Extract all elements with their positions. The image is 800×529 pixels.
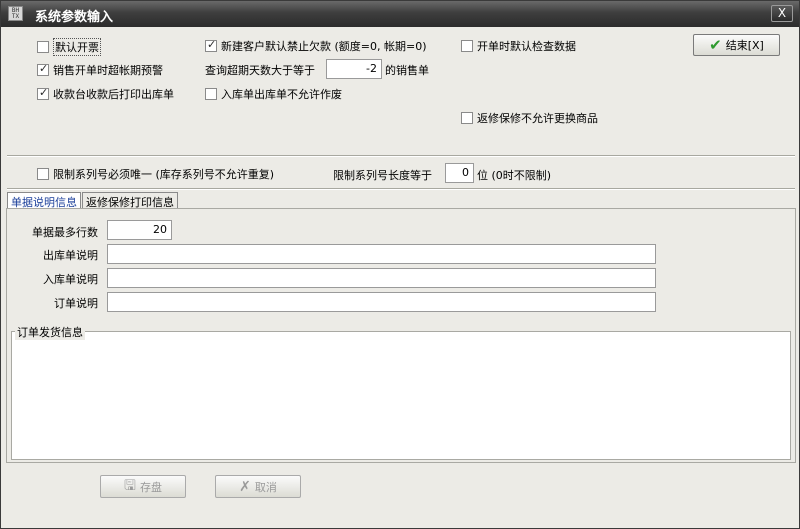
checkbox-box[interactable] [461,40,473,52]
query-overdue-days-input[interactable]: -2 [326,59,382,79]
divider [7,155,795,157]
query-overdue-suffix: 的销售单 [385,64,429,77]
cancel-x-icon: ✗ [239,478,251,495]
finish-button-label: 结束[X] [725,39,764,52]
inbound-note-input[interactable] [107,268,656,288]
tab-doc-info[interactable]: 单据说明信息 [7,192,81,209]
shipping-info-title: 订单发货信息 [15,324,85,340]
outbound-note-input[interactable] [107,244,656,264]
finish-button[interactable]: ✔ 结束[X] [693,34,780,56]
close-button[interactable]: X [771,5,793,22]
checkbox-box[interactable] [37,62,49,76]
checkbox-box[interactable] [205,38,217,52]
outbound-note-label: 出库单说明 [43,249,98,262]
sales-overdue-warning-checkbox[interactable]: 销售开单时超帐期预警 [37,62,163,78]
divider [7,188,795,190]
new-customer-ban-credit-label: 新建客户默认禁止欠款 (额度=0, 帐期=0) [221,40,427,53]
serial-unique-label: 限制系列号必须唯一 (库存系列号不允许重复) [53,168,275,181]
title-bar[interactable]: BH TX 系统参数输入 X [1,1,799,27]
serial-length-prefix: 限制系列号长度等于 [333,169,432,182]
print-after-cashier-checkbox[interactable]: 收款台收款后打印出库单 [37,86,174,102]
save-button-label: 存盘 [139,480,162,494]
checkbox-box[interactable] [461,112,473,124]
shipping-info-textarea[interactable] [11,331,791,460]
sales-overdue-warning-label: 销售开单时超帐期预警 [53,64,163,77]
order-note-input[interactable] [107,292,656,312]
app-icon: BH TX [8,6,23,21]
serial-length-suffix: 位 (0时不限制) [477,169,552,182]
checkbox-box[interactable] [205,88,217,100]
tab-strip: 单据说明信息 返修保修打印信息 [7,192,179,209]
new-customer-ban-credit-checkbox[interactable]: 新建客户默认禁止欠款 (额度=0, 帐期=0) [205,38,427,54]
repair-no-exchange-label: 返修保修不允许更换商品 [477,112,598,125]
window-title: 系统参数输入 [35,10,114,25]
serial-length-input[interactable]: 0 [445,163,474,183]
save-disk-icon: 🖫 [124,477,136,494]
default-check-data-label: 开单时默认检查数据 [477,40,576,53]
print-after-cashier-label: 收款台收款后打印出库单 [53,88,174,101]
system-params-window: BHTX 系统参数输入 X 默认开票 新建客户默认禁止欠款 (额度=0, 帐期=… [0,0,800,529]
default-invoice-label: 默认开票 [53,38,101,56]
tab-repair-print-info[interactable]: 返修保修打印信息 [82,192,178,209]
max-rows-label: 单据最多行数 [32,226,98,239]
inbound-note-label: 入库单说明 [43,273,98,286]
checkbox-box[interactable] [37,168,49,180]
max-rows-input[interactable]: 20 [107,220,172,240]
checkmark-icon: ✔ [709,36,722,54]
save-button[interactable]: 🖫 存盘 [100,475,186,498]
checkbox-box[interactable] [37,41,49,53]
repair-no-exchange-checkbox[interactable]: 返修保修不允许更换商品 [461,110,598,126]
serial-unique-checkbox[interactable]: 限制系列号必须唯一 (库存系列号不允许重复) [37,166,274,182]
default-invoice-checkbox[interactable]: 默认开票 [37,38,101,56]
cancel-button-label: 取消 [254,480,277,494]
no-void-inout-checkbox[interactable]: 入库单出库单不允许作废 [205,86,342,102]
close-icon: X [777,6,787,20]
query-overdue-prefix: 查询超期天数大于等于 [205,64,315,77]
cancel-button[interactable]: ✗ 取消 [215,475,301,498]
no-void-inout-label: 入库单出库单不允许作废 [221,88,342,101]
order-note-label: 订单说明 [54,297,98,310]
default-check-data-checkbox[interactable]: 开单时默认检查数据 [461,38,576,54]
checkbox-box[interactable] [37,86,49,100]
